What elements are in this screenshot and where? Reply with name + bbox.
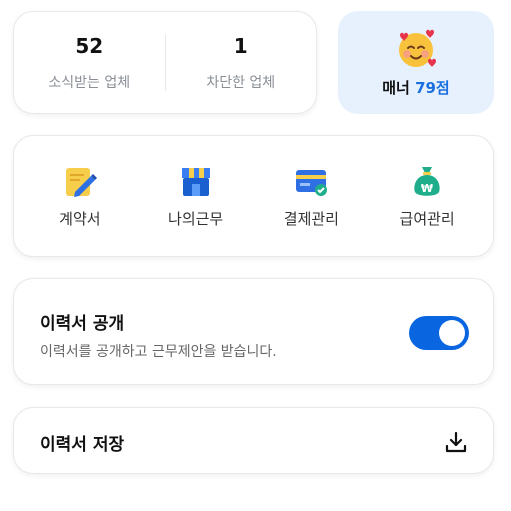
- subscribed-count: 52: [75, 33, 104, 58]
- resume-public-toggle[interactable]: [409, 316, 469, 350]
- resume-public-title: 이력서 공개: [40, 314, 125, 334]
- resume-public-card: 이력서 공개 이력서를 공개하고 근무제안을 받습니다.: [13, 278, 494, 385]
- menu-item-payment[interactable]: 결제관리: [261, 164, 361, 229]
- menu-item-contract[interactable]: 계약서: [30, 164, 130, 229]
- manner-score-card[interactable]: 매너 79점: [338, 11, 494, 114]
- resume-public-description: 이력서를 공개하고 근무제안을 받습니다.: [40, 344, 277, 360]
- menu-label-salary: 급여관리: [399, 209, 455, 228]
- store-icon: [181, 167, 210, 196]
- menu-label-contract: 계약서: [59, 209, 101, 228]
- blocked-companies-stat[interactable]: 1 차단한 업체: [166, 34, 317, 92]
- menu-item-salary[interactable]: ₩ 급여관리: [377, 164, 477, 229]
- menu-label-my-work: 나의근무: [168, 209, 224, 228]
- toggle-knob: [439, 320, 465, 346]
- menu-item-my-work[interactable]: 나의근무: [146, 164, 246, 229]
- smiling-face-with-hearts-icon: [399, 29, 436, 67]
- subscribed-companies-stat[interactable]: 52 소식받는 업체: [14, 34, 165, 92]
- subscribed-label: 소식받는 업체: [48, 74, 131, 91]
- menu-label-payment: 결제관리: [283, 209, 339, 228]
- blocked-count: 1: [233, 33, 248, 58]
- svg-text:₩: ₩: [421, 182, 433, 195]
- download-icon[interactable]: [444, 430, 468, 454]
- menu-card: 계약서 나의근무 결제관리 ₩ 급여관리: [13, 135, 494, 257]
- manner-prefix: 매너: [382, 79, 416, 97]
- money-bag-icon: ₩: [414, 166, 440, 196]
- manner-score-value: 79점: [415, 79, 450, 97]
- blocked-label: 차단한 업체: [206, 74, 276, 91]
- stats-card: 52 소식받는 업체 1 차단한 업체: [13, 11, 317, 114]
- contract-pencil-icon: [65, 167, 97, 197]
- resume-save-card[interactable]: 이력서 저장: [13, 407, 494, 474]
- credit-card-icon: [296, 169, 328, 196]
- resume-save-title: 이력서 저장: [40, 435, 125, 455]
- manner-score-text: 매너 79점: [382, 77, 450, 98]
